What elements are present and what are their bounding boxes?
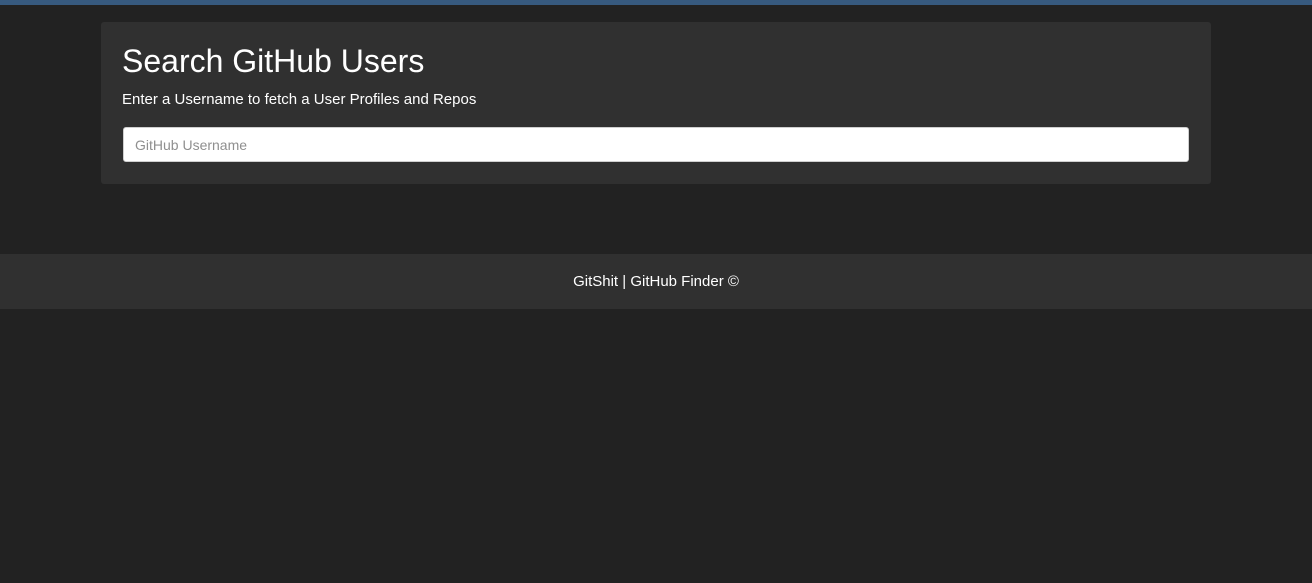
footer-text: GitShit | GitHub Finder © — [573, 273, 739, 290]
top-accent-bar — [0, 0, 1312, 5]
page-title: Search GitHub Users — [122, 43, 425, 79]
search-input[interactable] — [123, 127, 1189, 162]
search-panel: Search GitHub Users Enter a Username to … — [101, 22, 1211, 184]
search-instructions: Enter a Username to fetch a User Profile… — [122, 91, 477, 108]
footer: GitShit | GitHub Finder © — [0, 254, 1312, 309]
